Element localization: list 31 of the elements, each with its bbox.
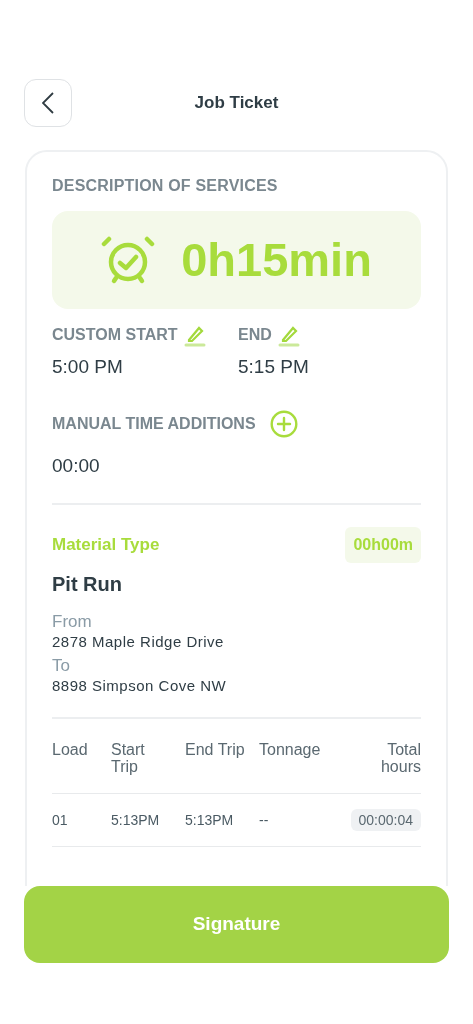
table-cell-text: 5:13PM: [111, 810, 161, 830]
table-cell-text: 01: [52, 810, 69, 830]
material-time-badge: 00h00m: [345, 527, 421, 563]
page-title: Job Ticket: [194, 92, 279, 115]
back-chevron-icon: [42, 92, 54, 114]
column-header: Tonnage: [259, 741, 322, 760]
column-header: Load: [52, 741, 89, 760]
column-header: Total hours: [379, 741, 421, 777]
manual-time-label: MANUAL TIME ADDITIONS: [52, 413, 256, 434]
from-label: From: [52, 612, 93, 632]
table-cell-text: --: [259, 810, 270, 830]
duration-value: 0h15min: [181, 231, 372, 288]
custom-start-label: CUSTOM START: [52, 325, 178, 345]
signature-button[interactable]: Signature: [24, 886, 449, 963]
to-address: 8898 Simpson Cove NW: [52, 677, 228, 695]
end-value: 5:15 PM: [238, 355, 309, 379]
from-address: 2878 Maple Ridge Drive: [52, 633, 225, 651]
custom-start-value: 5:00 PM: [52, 355, 124, 379]
material-type-label: Material Type: [52, 534, 160, 557]
column-header: Start Trip: [111, 741, 146, 777]
end-label: END: [238, 325, 272, 345]
back-button[interactable]: [24, 79, 72, 127]
section-title: DESCRIPTION OF SERVICES: [52, 176, 279, 196]
material-name: Pit Run: [52, 572, 123, 597]
manual-time-value: 00:00: [52, 453, 101, 478]
column-header: End Trip: [185, 741, 246, 760]
table-cell-text: 5:13PM: [185, 810, 235, 830]
to-label: To: [52, 656, 71, 676]
add-icon[interactable]: [269, 409, 298, 438]
total-hours-badge: 00:00:04: [350, 808, 421, 831]
alarm-clock-icon: [101, 235, 156, 285]
